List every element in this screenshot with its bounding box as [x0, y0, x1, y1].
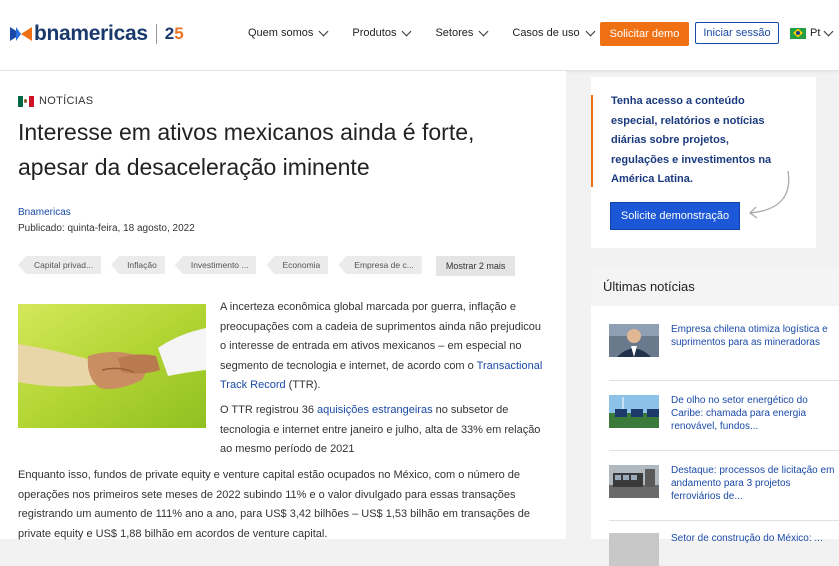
brazil-flag-icon	[790, 27, 806, 39]
latest-news-panel: Últimas notícias Empresa chilena otimiza…	[591, 266, 839, 566]
foreign-acquisitions-link[interactable]: aquisições estrangeiras	[317, 404, 433, 416]
nav-produtos[interactable]: Produtos	[352, 26, 412, 39]
language-selector[interactable]: Pt	[790, 26, 834, 39]
chevron-down-icon	[823, 26, 834, 36]
news-headline[interactable]: De olho no setor energético do Caribe: c…	[671, 394, 839, 433]
article-tags: Capital privad... Inflação Investimento …	[18, 256, 516, 276]
news-divider	[609, 450, 839, 451]
tag-economia[interactable]: Economia	[266, 256, 329, 274]
chevron-down-icon	[478, 26, 489, 36]
news-thumbnail-construction	[609, 533, 659, 566]
article-category: NOTÍCIAS	[18, 95, 93, 107]
request-demo-button[interactable]: Solicitar demo	[600, 22, 689, 46]
top-navigation-bar: bnamericas 25 Quem somos Produtos Setore…	[0, 0, 839, 71]
category-label: NOTÍCIAS	[39, 95, 94, 107]
article-image-handshake	[18, 304, 206, 428]
cta-accent-bar	[591, 95, 593, 187]
tag-capital-privado[interactable]: Capital privad...	[18, 256, 102, 274]
article-container: NOTÍCIAS Interesse em ativos mexicanos a…	[0, 71, 566, 540]
logo-text: bnamericas	[34, 22, 148, 45]
article-paragraph-1: A incerteza econômica global marcada por…	[220, 301, 543, 391]
article-published-date: Publicado: quinta-feira, 18 agosto, 2022	[18, 223, 195, 234]
main-nav: Quem somos Produtos Setores Casos de uso	[248, 26, 619, 39]
request-demonstration-button[interactable]: Solicite demonstração	[610, 202, 740, 230]
language-label: Pt	[810, 27, 821, 39]
handshake-illustration	[18, 304, 206, 428]
logo-divider	[155, 24, 157, 44]
show-more-tags-button[interactable]: Mostrar 2 mais	[435, 256, 516, 276]
latest-news-title: Últimas notícias	[603, 279, 695, 294]
curved-arrow-icon	[748, 170, 790, 219]
tag-investimento[interactable]: Investimento ...	[174, 256, 257, 274]
chevron-down-icon	[402, 26, 412, 36]
news-headline[interactable]: Destaque: processos de licitação em anda…	[671, 464, 839, 503]
sidebar-demo-cta: Tenha acesso a conteúdo especial, relató…	[591, 77, 816, 248]
nav-setores[interactable]: Setores	[435, 26, 489, 39]
mexico-flag-icon	[18, 95, 34, 107]
news-thumbnail-train	[609, 465, 659, 498]
bnamericas-logo[interactable]: bnamericas 25	[10, 22, 184, 46]
nav-casos-de-uso[interactable]: Casos de uso	[512, 26, 596, 39]
news-thumbnail-solar	[609, 395, 659, 428]
logo-anniversary: 25	[164, 24, 184, 43]
nav-quem-somos[interactable]: Quem somos	[248, 26, 329, 39]
news-thumbnail-portrait	[609, 324, 659, 357]
news-divider	[609, 380, 839, 381]
login-button[interactable]: Iniciar sessão	[695, 22, 779, 44]
chevron-down-icon	[318, 26, 329, 36]
article-author-link[interactable]: Bnamericas	[18, 207, 71, 218]
logo-mark-icon	[10, 27, 32, 41]
article-title: Interesse em ativos mexicanos ainda é fo…	[18, 119, 475, 180]
tag-inflacao[interactable]: Inflação	[111, 256, 165, 274]
news-headline[interactable]: Empresa chilena otimiza logística e supr…	[671, 323, 839, 349]
latest-news-header: Últimas notícias	[591, 266, 839, 306]
article-paragraph-2: O TTR registrou 36 aquisições estrangeir…	[220, 404, 541, 455]
news-divider	[609, 520, 839, 521]
chevron-down-icon	[585, 26, 596, 36]
article-paragraph-3: Enquanto isso, fundos de private equity …	[18, 469, 531, 540]
tag-empresa[interactable]: Empresa de c...	[338, 256, 422, 274]
